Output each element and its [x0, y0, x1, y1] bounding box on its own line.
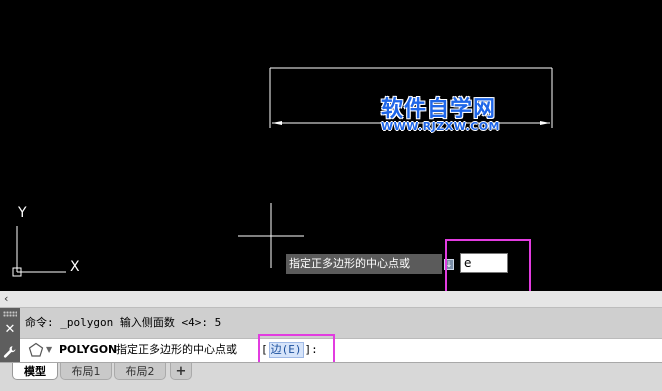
highlight-box-dynamic-input — [445, 239, 531, 291]
layout-tab-bar: 模型 布局1 布局2 + — [0, 362, 662, 391]
polygon-command-icon — [28, 342, 44, 357]
recent-commands-dropdown-icon[interactable]: ▼ — [46, 339, 52, 361]
dimension-arrow-right — [540, 121, 550, 125]
customize-wrench-icon[interactable] — [0, 342, 20, 362]
ucs-y-label: Y — [17, 205, 27, 221]
wrench-icon — [3, 346, 16, 358]
dimension-arrow-left — [272, 121, 282, 125]
current-command-name: POLYGON — [59, 343, 118, 356]
watermark-title: 软件自学网 — [381, 97, 497, 122]
tab-layout2[interactable]: 布局2 — [114, 363, 166, 380]
command-window-titlebar[interactable]: ‹ — [0, 291, 662, 308]
close-icon[interactable]: ✕ — [0, 320, 20, 340]
watermark-url: WWW.RJZXW.COM — [381, 120, 500, 133]
ucs-x-label: X — [70, 259, 80, 275]
command-input-line[interactable]: ▼ POLYGON 指定正多边形的中心点或 [边(E)]: — [20, 334, 662, 367]
dynamic-input-prompt: 指定正多边形的中心点或 — [286, 254, 442, 274]
collapse-icon[interactable]: ‹ — [4, 291, 8, 307]
tab-model[interactable]: 模型 — [12, 363, 58, 380]
command-window-sidebar: ✕ — [0, 308, 20, 362]
drawing-canvas[interactable]: Y X 软件自学网 WWW.RJZXW.COM 指定正多边形的中心点或 ↓ e — [0, 0, 662, 291]
tab-layout1[interactable]: 布局1 — [60, 363, 112, 380]
command-history-line: 命令: _polygon 输入侧面数 <4>: 5 — [20, 308, 662, 338]
command-prompt-text: 指定正多边形的中心点或 — [116, 343, 237, 356]
add-layout-button[interactable]: + — [170, 363, 192, 380]
drawing-geometry: Y X — [12, 67, 553, 277]
drag-grip-icon[interactable] — [3, 311, 17, 317]
